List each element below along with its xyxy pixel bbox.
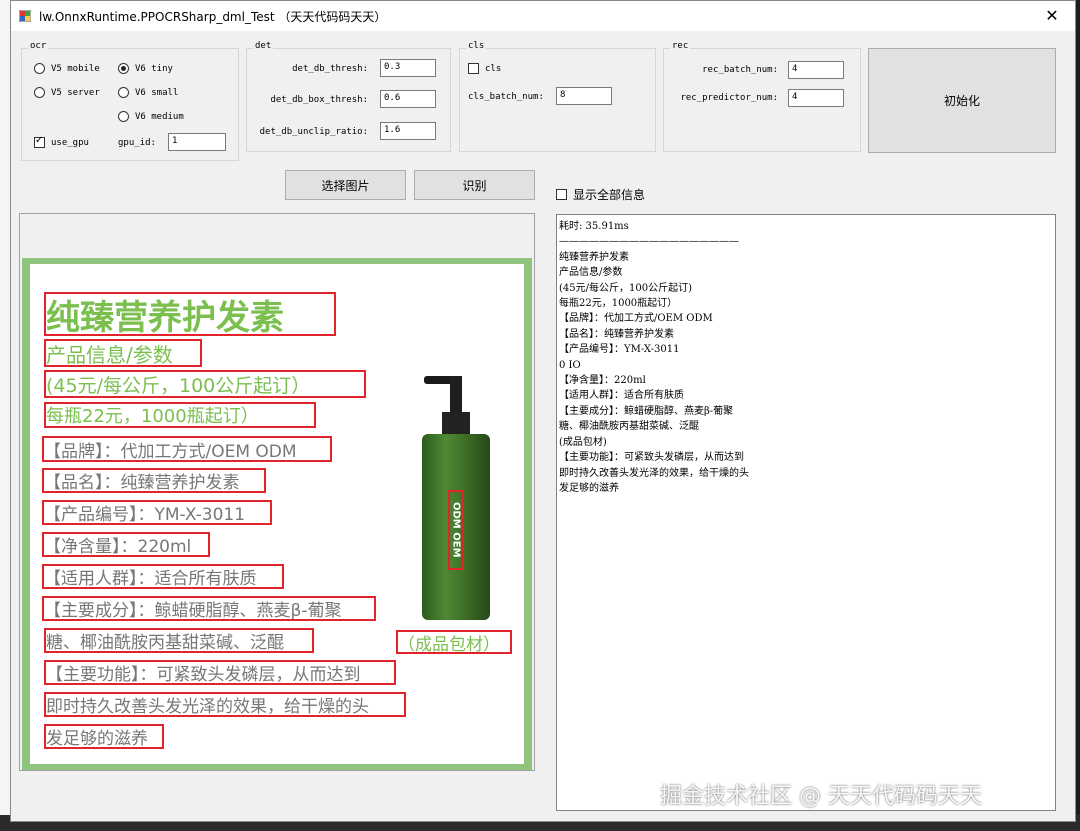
recognize-button[interactable]: 识别	[414, 170, 535, 200]
ocr-box-ingredients1: 【主要成分】：鲸蜡硬脂醇、燕麦β-葡聚	[42, 596, 376, 621]
show-all-label: 显示全部信息	[573, 188, 646, 202]
image-preview: 纯臻营养护发素 产品信息/参数 (45元/每公斤，100公斤起订） 每瓶22元，…	[19, 213, 535, 771]
close-button[interactable]: ✕	[1029, 1, 1075, 31]
app-icon	[19, 10, 31, 22]
radio-v6-medium[interactable]: V6 medium	[118, 111, 184, 122]
rec-predictor-input[interactable]: 4	[788, 89, 844, 107]
bottle-label-text: ODM OEM	[450, 502, 462, 558]
title-bar: lw.OnnxRuntime.PPOCRSharp_dml_Test （天天代码…	[11, 1, 1075, 31]
radio-v6-tiny[interactable]: V6 tiny	[118, 63, 173, 74]
det-thresh-label: det_db_thresh:	[292, 64, 368, 74]
rec-batch-input[interactable]: 4	[788, 61, 844, 79]
gpu-id-label: gpu_id:	[118, 138, 156, 148]
det-box-thresh-label: det_db_box_thresh:	[270, 95, 368, 105]
ocr-box-info: 产品信息/参数	[44, 339, 202, 367]
det-group: det det_db_thresh: 0.3 det_db_box_thresh…	[246, 41, 451, 152]
rec-group-label: rec	[670, 41, 691, 51]
ocr-box-package: （成品包材）	[396, 630, 512, 654]
radio-label: V5 server	[51, 87, 100, 98]
checkbox-box	[556, 189, 567, 200]
ocr-box-function1: 【主要功能】：可紧致头发磷层，从而达到	[44, 660, 396, 685]
radio-circle-selected	[118, 63, 129, 74]
rec-group: rec rec_batch_num: 4 rec_predictor_num: …	[663, 41, 861, 152]
radio-label: V6 medium	[135, 111, 184, 122]
cls-batch-input[interactable]: 8	[556, 87, 612, 105]
gpu-id-input[interactable]: 1	[168, 133, 226, 151]
det-thresh-input[interactable]: 0.3	[380, 59, 436, 77]
checkbox-box	[468, 63, 479, 74]
result-textbox[interactable]: 耗时: 35.91ms —————————————————— 纯臻营养护发素 产…	[556, 214, 1056, 811]
cls-group: cls cls cls_batch_num: 8	[459, 41, 656, 152]
result-text: 耗时: 35.91ms —————————————————— 纯臻营养护发素 产…	[559, 221, 749, 494]
radio-label: V6 tiny	[135, 63, 173, 74]
radio-v5-mobile[interactable]: V5 mobile	[34, 63, 100, 74]
radio-circle	[118, 87, 129, 98]
ocr-box-price2: 每瓶22元，1000瓶起订）	[44, 402, 316, 428]
radio-v6-small[interactable]: V6 small	[118, 87, 178, 98]
use-gpu-checkbox[interactable]: use_gpu	[34, 135, 89, 148]
radio-circle	[34, 63, 45, 74]
cls-checkbox[interactable]: cls	[468, 63, 501, 74]
det-unclip-label: det_db_unclip_ratio:	[259, 127, 368, 137]
det-box-thresh-input[interactable]: 0.6	[380, 90, 436, 108]
cls-group-label: cls	[466, 41, 487, 51]
window-title: lw.OnnxRuntime.PPOCRSharp_dml_Test （天天代码…	[39, 10, 387, 24]
rec-batch-label: rec_batch_num:	[702, 65, 778, 75]
ocr-group: ocr V5 mobile V6 tiny V5 server V6 small…	[21, 41, 239, 161]
bottle-pump	[450, 376, 462, 414]
ocr-group-label: ocr	[28, 41, 49, 51]
product-image-inner: 纯臻营养护发素 产品信息/参数 (45元/每公斤，100公斤起订） 每瓶22元，…	[30, 264, 524, 764]
radio-circle	[118, 111, 129, 122]
radio-v5-server[interactable]: V5 server	[34, 87, 100, 98]
ocr-box-price1: (45元/每公斤，100公斤起订）	[44, 370, 366, 398]
ocr-box-ingredients2: 糖、椰油酰胺丙基甜菜碱、泛醌	[44, 628, 314, 653]
ocr-box-bottle-label: ODM OEM	[448, 490, 464, 570]
ocr-box-code: 【产品编号】：YM-X-3011	[42, 500, 272, 525]
radio-label: V6 small	[135, 87, 179, 98]
init-button[interactable]: 初始化	[868, 48, 1056, 153]
bottle-cap	[442, 412, 470, 434]
checkbox-box-checked	[34, 135, 45, 148]
checkbox-label: use_gpu	[51, 137, 89, 148]
det-group-label: det	[253, 41, 274, 51]
radio-circle	[34, 87, 45, 98]
ocr-box-name: 【品名】：纯臻营养护发素	[42, 468, 266, 493]
desktop-background	[0, 0, 10, 831]
ocr-box-function2: 即时持久改善头发光泽的效果，给干燥的头	[44, 692, 406, 717]
app-window: lw.OnnxRuntime.PPOCRSharp_dml_Test （天天代码…	[10, 0, 1076, 822]
ocr-box-title: 纯臻营养护发素	[44, 292, 336, 336]
watermark-text: 掘金技术社区 @ 天天代码码天天	[660, 784, 982, 809]
show-all-checkbox[interactable]: 显示全部信息	[556, 186, 645, 203]
det-unclip-input[interactable]: 1.6	[380, 122, 436, 140]
radio-label: V5 mobile	[51, 63, 100, 74]
bottle-image: ODM OEM	[414, 372, 496, 622]
select-image-button[interactable]: 选择图片	[285, 170, 406, 200]
cls-batch-label: cls_batch_num:	[468, 92, 544, 102]
ocr-box-function3: 发足够的滋养	[44, 724, 164, 749]
ocr-box-volume: 【净含量】：220ml	[42, 532, 210, 557]
product-image: 纯臻营养护发素 产品信息/参数 (45元/每公斤，100公斤起订） 每瓶22元，…	[22, 258, 532, 770]
rec-predictor-label: rec_predictor_num:	[680, 93, 778, 103]
checkbox-label: cls	[485, 63, 502, 74]
ocr-box-brand: 【品牌】：代加工方式/OEM ODM	[42, 436, 332, 462]
ocr-box-people: 【适用人群】：适合所有肤质	[42, 564, 284, 589]
